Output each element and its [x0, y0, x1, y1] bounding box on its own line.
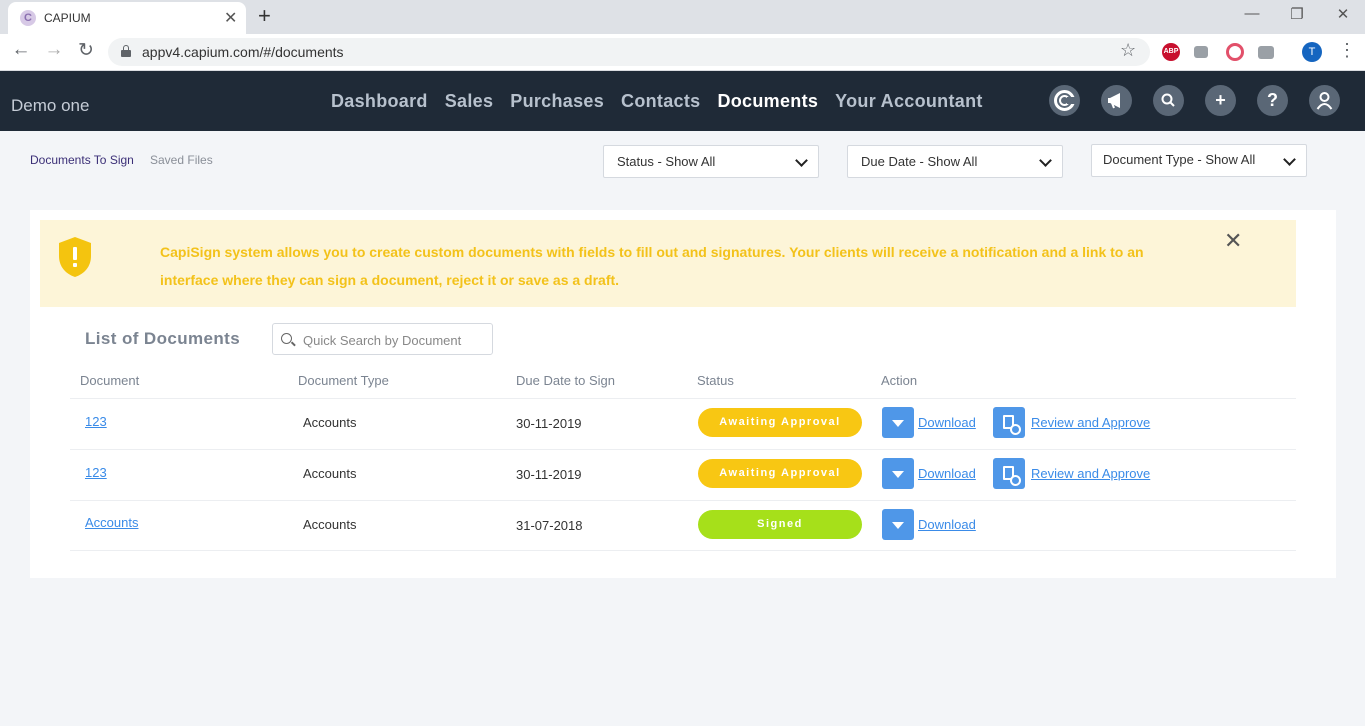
capium-logo-icon[interactable]: [1049, 85, 1080, 116]
download-icon[interactable]: [882, 509, 914, 540]
tab-documents-to-sign[interactable]: Documents To Sign: [30, 153, 134, 167]
notice-close-icon[interactable]: ✕: [1224, 228, 1242, 254]
status-badge: Awaiting Approval: [698, 408, 862, 437]
browser-tab[interactable]: C CAPIUM ✕: [8, 2, 246, 34]
info-notice: CapiSign system allows you to create cus…: [40, 220, 1296, 307]
column-header-action: Action: [881, 373, 918, 388]
download-icon[interactable]: [882, 458, 914, 489]
minimize-icon[interactable]: —: [1242, 5, 1262, 22]
column-header-due-date: Due Date to Sign: [516, 373, 616, 388]
new-tab-icon[interactable]: +: [258, 3, 271, 29]
url-text[interactable]: appv4.capium.com/#/documents: [142, 44, 344, 60]
download-icon[interactable]: [882, 407, 914, 438]
adblock-icon[interactable]: ABP: [1162, 43, 1180, 61]
due-date-cell: 31-07-2018: [516, 518, 583, 533]
tab-close-icon[interactable]: ✕: [224, 8, 237, 28]
document-type-filter-label: Document Type - Show All: [1103, 152, 1256, 167]
status-badge: Signed: [698, 510, 862, 539]
due-date-cell: 30-11-2019: [516, 467, 582, 482]
chevron-down-icon: [1039, 154, 1052, 167]
profile-avatar[interactable]: T: [1302, 42, 1322, 62]
lock-icon: [121, 45, 131, 57]
due-date-cell: 30-11-2019: [516, 416, 582, 431]
company-name[interactable]: Demo one: [11, 96, 89, 116]
nav-sales[interactable]: Sales: [445, 91, 494, 112]
tab-saved-files[interactable]: Saved Files: [150, 153, 213, 167]
nav-dashboard[interactable]: Dashboard: [331, 91, 428, 112]
back-icon[interactable]: ←: [9, 39, 33, 61]
shield-warning-icon: [59, 237, 91, 277]
tab-title: CAPIUM: [44, 11, 91, 25]
nav-purchases[interactable]: Purchases: [510, 91, 604, 112]
search-icon: [281, 333, 292, 344]
chevron-down-icon: [795, 154, 808, 167]
quick-search-input[interactable]: [303, 330, 488, 350]
document-type-cell: Accounts: [303, 415, 357, 430]
help-icon[interactable]: ?: [1257, 85, 1288, 116]
download-link[interactable]: Download: [918, 517, 976, 532]
column-header-status: Status: [697, 373, 734, 388]
due-date-filter-label: Due Date - Show All: [861, 154, 978, 169]
browser-menu-icon[interactable]: ⋮: [1338, 40, 1356, 61]
download-link[interactable]: Download: [918, 466, 976, 481]
browser-tab-strip: C CAPIUM ✕ + — ❐ ✕: [0, 0, 1365, 34]
screencast-icon[interactable]: [1194, 46, 1208, 58]
nav-documents[interactable]: Documents: [717, 91, 818, 112]
status-filter-label: Status - Show All: [617, 154, 716, 169]
list-title: List of Documents: [85, 329, 241, 348]
megaphone-icon[interactable]: [1101, 85, 1132, 116]
documents-panel: CapiSign system allows you to create cus…: [30, 210, 1336, 578]
document-type-filter[interactable]: Document Type - Show All: [1091, 144, 1307, 177]
reload-icon[interactable]: ↻: [74, 39, 98, 62]
column-header-document-type: Document Type: [298, 373, 389, 388]
status-badge: Awaiting Approval: [698, 459, 862, 488]
user-icon[interactable]: [1309, 85, 1340, 116]
document-type-cell: Accounts: [303, 466, 357, 481]
nav-contacts[interactable]: Contacts: [621, 91, 700, 112]
review-approve-link[interactable]: Review and Approve: [1031, 466, 1150, 481]
document-type-cell: Accounts: [303, 517, 357, 532]
table-row: 123 Accounts 30-11-2019 Awaiting Approva…: [70, 398, 1296, 449]
bookmark-star-icon[interactable]: ☆: [1120, 40, 1136, 61]
document-link[interactable]: Accounts: [85, 515, 138, 530]
table-row: 123 Accounts 30-11-2019 Awaiting Approva…: [70, 449, 1296, 500]
window-close-icon[interactable]: ✕: [1333, 5, 1353, 23]
download-link[interactable]: Download: [918, 415, 976, 430]
status-filter[interactable]: Status - Show All: [603, 145, 819, 178]
lastpass-icon[interactable]: [1226, 43, 1244, 61]
camera-icon[interactable]: [1258, 46, 1274, 59]
capium-favicon-icon: C: [20, 10, 36, 26]
restore-icon[interactable]: ❐: [1287, 5, 1307, 23]
due-date-filter[interactable]: Due Date - Show All: [847, 145, 1063, 178]
column-header-document: Document: [80, 373, 140, 388]
notice-text: CapiSign system allows you to create cus…: [160, 244, 1144, 288]
table-row: Accounts Accounts 31-07-2018 Signed Down…: [70, 500, 1296, 551]
document-link[interactable]: 123: [85, 465, 107, 480]
plus-icon[interactable]: +: [1205, 85, 1236, 116]
forward-icon[interactable]: →: [42, 39, 66, 61]
review-approve-link[interactable]: Review and Approve: [1031, 415, 1150, 430]
nav-your-accountant[interactable]: Your Accountant: [835, 91, 983, 112]
review-document-icon[interactable]: [993, 458, 1025, 489]
browser-toolbar: ← → ↻ appv4.capium.com/#/documents ☆ ABP…: [0, 34, 1365, 71]
address-bar[interactable]: appv4.capium.com/#/documents ☆: [108, 38, 1150, 66]
chevron-down-icon: [1283, 153, 1296, 166]
app-header: Demo one Dashboard Sales Purchases Conta…: [0, 71, 1365, 131]
quick-search[interactable]: [272, 323, 493, 355]
document-link[interactable]: 123: [85, 414, 107, 429]
review-document-icon[interactable]: [993, 407, 1025, 438]
main-nav: Dashboard Sales Purchases Contacts Docum…: [331, 91, 983, 112]
search-icon[interactable]: [1153, 85, 1184, 116]
